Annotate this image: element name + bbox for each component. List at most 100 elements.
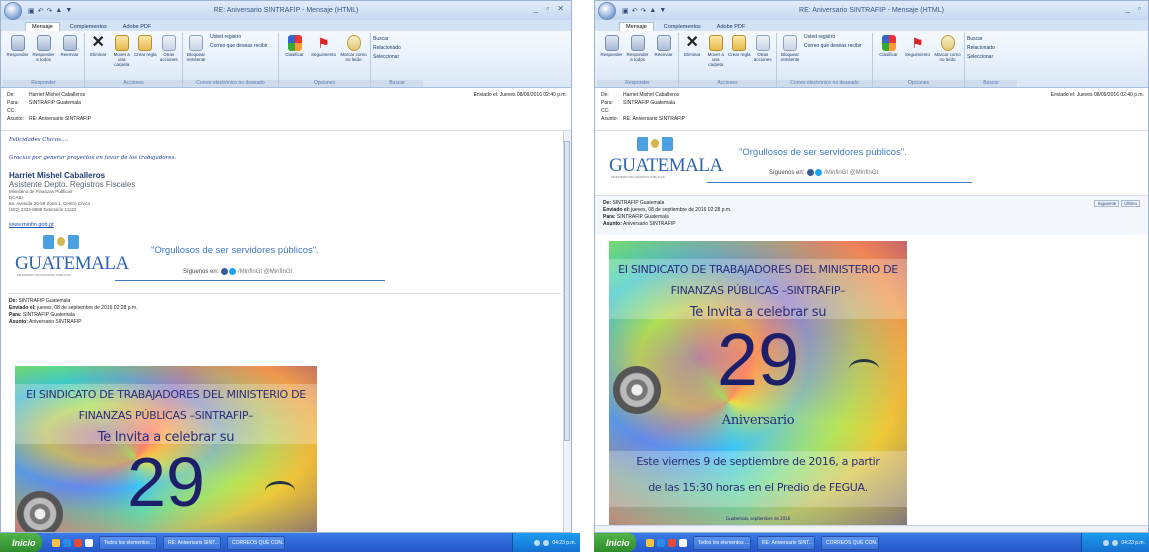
ribbon-tabs: Mensaje Complementos Adobe PDF (1, 20, 571, 31)
tab-adobe-pdf[interactable]: Adobe PDF (117, 23, 157, 31)
delete-button[interactable]: ✕ Eliminar (87, 33, 110, 80)
sent-date: Enviado el: Jueves 08/09/2016 02:40 p.m. (473, 92, 567, 98)
tab-complementos[interactable]: Complementos (64, 23, 113, 31)
follow-up-button[interactable]: ⚑ Seguimiento (309, 33, 338, 80)
scroll-thumb[interactable] (564, 141, 570, 441)
categorize-button[interactable]: Clasificar (875, 33, 902, 80)
follow-up-button[interactable]: ⚑ Seguimiento (903, 33, 932, 80)
folder-icon (114, 35, 129, 51)
other-actions-button[interactable]: Otras acciones (752, 33, 775, 80)
vertical-scrollbar[interactable] (563, 131, 571, 532)
last-button[interactable]: Último (1121, 200, 1140, 207)
poster-line-4: Este viernes 9 de septiembre de 2016, a … (636, 455, 880, 468)
forward-button[interactable]: Reenviar (651, 33, 676, 80)
create-rule-button[interactable]: Crear regla (728, 33, 751, 80)
task-button-re-aniversario[interactable]: RE: Aniversario SINT... (163, 535, 221, 550)
minfin-banner: GUATEMALA MINISTERIO DE FINANZAS PÚBLICA… (609, 137, 1148, 189)
twitter-icon[interactable] (229, 268, 237, 275)
block-sender-icon (783, 35, 797, 51)
find-button[interactable]: Buscar (373, 35, 421, 44)
ie-launch-icon[interactable] (63, 538, 71, 547)
not-junk-option[interactable]: Correo que deseas recibir (210, 42, 268, 51)
reply-all-button[interactable]: Responder a todos (625, 33, 650, 80)
signature-url-link[interactable]: www.minfin.gob.gt (9, 222, 54, 228)
select-button[interactable]: Seleccionar (373, 53, 421, 62)
related-button[interactable]: Relacionado (967, 44, 1015, 53)
clock: 04:23 p.m. (552, 539, 576, 546)
tray-volume-icon[interactable] (1112, 539, 1119, 546)
group-buscar: Buscar Relacionado Seleccionar Buscar (371, 33, 423, 87)
folder-launch-icon[interactable] (646, 538, 654, 547)
next-button[interactable]: Siguiente (1094, 200, 1120, 207)
task-button-correos[interactable]: CORREOS QUE CON... (227, 535, 285, 550)
task-button-re-aniversario[interactable]: RE: Aniversario SINT... (757, 535, 815, 550)
task-button-todos[interactable]: Todos los elementos ... (693, 535, 751, 550)
reply-all-button[interactable]: Responder a todos (31, 33, 56, 80)
not-junk-option[interactable]: Correo que deseas recibir (804, 42, 862, 51)
tab-complementos[interactable]: Complementos (658, 23, 707, 31)
mark-unread-button[interactable]: Marcar como no leído (933, 33, 962, 80)
tray-network-icon[interactable] (1103, 539, 1110, 546)
message-header: De: Harriet Mishel Caballeros Para: SINTRA… (595, 88, 1148, 131)
group-label-buscar: Buscar (965, 80, 1017, 87)
horizontal-scrollbar[interactable] (595, 525, 1148, 532)
twitter-icon[interactable] (815, 169, 823, 176)
start-button[interactable]: Inicio (594, 533, 636, 552)
forward-icon (656, 35, 671, 51)
window-controls[interactable]: _ ▫ (1125, 4, 1144, 13)
outlook-launch-icon[interactable] (85, 538, 93, 547)
task-button-todos[interactable]: Todos los elementos ... (99, 535, 157, 550)
forward-icon (62, 35, 77, 51)
reply-button[interactable]: Responder (5, 33, 30, 80)
from-value: Harriet Mishel Caballeros (623, 92, 680, 98)
group-opciones: Clasificar ⚑ Seguimiento Marcar como no l… (873, 33, 965, 87)
window-controls[interactable]: _ ▫ ✕ (534, 4, 567, 13)
block-sender-icon (189, 35, 203, 51)
safe-senders-option[interactable]: Usted registro (210, 33, 268, 42)
move-to-folder-button[interactable]: Mover a una carpeta (705, 33, 728, 80)
tray-volume-icon[interactable] (543, 539, 550, 546)
select-button[interactable]: Seleccionar (967, 53, 1015, 62)
tab-adobe-pdf[interactable]: Adobe PDF (711, 23, 751, 31)
anniversary-poster: EI SINDICATO DE TRABAJADORES DEL MINISTE… (15, 366, 317, 532)
folder-launch-icon[interactable] (52, 538, 60, 547)
task-button-correos[interactable]: CORREOS QUE CON... (821, 535, 879, 550)
media-launch-icon[interactable] (668, 538, 676, 547)
ie-launch-icon[interactable] (657, 538, 665, 547)
facebook-icon[interactable] (221, 268, 229, 275)
ribbon-tabs: Mensaje Complementos Adobe PDF (595, 20, 1148, 31)
tab-mensaje[interactable]: Mensaje (25, 22, 60, 31)
speaker-graphic (613, 366, 661, 414)
forward-button[interactable]: Reenviar (57, 33, 82, 80)
safe-senders-option[interactable]: Usted registro (804, 33, 862, 42)
outlook-message-window-right: ▣ ↶ ↷ ▲ ▼ RE: Aniversario SINTRAFIP - Mensaj… (594, 0, 1149, 533)
tray-network-icon[interactable] (534, 539, 541, 546)
palm-tree-graphic (849, 359, 879, 379)
to-value: SINTRAFIP Guatemala (29, 100, 81, 106)
follow-us: Síguenos en: /MinfinGt @MinfinGt (183, 268, 293, 276)
move-to-folder-button[interactable]: Mover a una carpeta (111, 33, 134, 80)
delete-button[interactable]: ✕ Eliminar (681, 33, 704, 80)
find-button[interactable]: Buscar (967, 35, 1015, 44)
categorize-button[interactable]: Clasificar (281, 33, 308, 80)
facebook-icon[interactable] (807, 169, 815, 176)
group-acciones: ✕ Eliminar Mover a una carpeta Crear regl… (85, 33, 183, 87)
forwarded-header: De: SINTRAFIP Guatemala Enviado el: juev… (9, 293, 561, 333)
start-button[interactable]: Inicio (0, 533, 42, 552)
block-sender-button[interactable]: Bloquear remitente (185, 33, 207, 80)
message-body[interactable]: Felicidades Chicos…. Gracias por generar… (1, 131, 571, 532)
mark-unread-button[interactable]: Marcar como no leído (339, 33, 368, 80)
group-label-responder: Responder (597, 80, 678, 87)
create-rule-button[interactable]: Crear regla (134, 33, 157, 80)
reply-button[interactable]: Responder (599, 33, 624, 80)
outlook-launch-icon[interactable] (679, 538, 687, 547)
media-launch-icon[interactable] (74, 538, 82, 547)
poster-anniversary: Aniversario (721, 413, 795, 428)
related-button[interactable]: Relacionado (373, 44, 421, 53)
group-label-correo: Correo electrónico no deseado (777, 80, 872, 87)
tab-mensaje[interactable]: Mensaje (619, 22, 654, 31)
message-body[interactable]: GUATEMALA MINISTERIO DE FINANZAS PÚBLICA… (595, 131, 1148, 532)
other-actions-button[interactable]: Otras acciones (158, 33, 181, 80)
block-sender-button[interactable]: Bloquear remitente (779, 33, 801, 80)
slogan: "Orgullosos de ser servidores públicos". (151, 245, 319, 256)
